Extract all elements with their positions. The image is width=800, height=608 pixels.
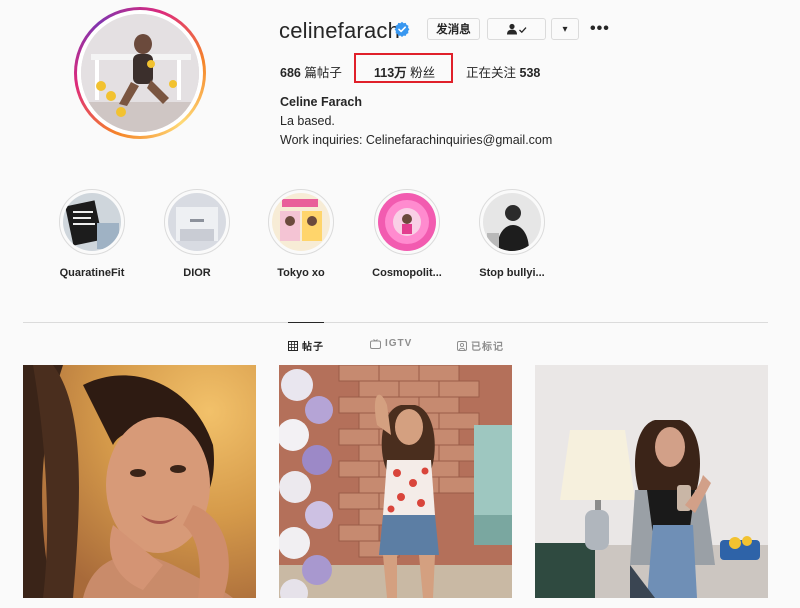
igtv-icon (370, 338, 381, 349)
profile-avatar-ring[interactable] (74, 7, 206, 139)
highlight-cover (483, 193, 541, 251)
following-label: 正在关注 (466, 66, 517, 80)
highlight-stop-bullying[interactable]: Stop bullyi... (462, 189, 562, 279)
post-image (535, 365, 768, 598)
tab-tagged[interactable]: 已标记 (457, 338, 504, 353)
highlight-ring (59, 189, 125, 255)
highlight-cover (63, 193, 121, 251)
posts-count-stat: 686 篇帖子 (280, 62, 342, 81)
active-tab-indicator (288, 322, 324, 323)
post-image (23, 365, 256, 598)
profile-username: celinefarach (279, 18, 401, 43)
tagged-icon (457, 340, 467, 351)
highlight-ring (268, 189, 334, 255)
tab-igtv[interactable]: IGTV (370, 338, 412, 349)
highlight-cover (168, 193, 226, 251)
profile-bio-line: La based. (280, 114, 335, 128)
following-count: 538 (519, 66, 541, 80)
highlight-cover (272, 193, 330, 251)
person-check-icon (506, 23, 526, 35)
section-divider (23, 322, 768, 323)
grid-icon (288, 340, 298, 351)
following-button[interactable] (487, 18, 546, 40)
avatar-border (77, 10, 203, 136)
highlight-label: QuaratineFit (59, 267, 125, 279)
tab-posts-label: 帖子 (302, 342, 324, 353)
highlight-ring (164, 189, 230, 255)
post-thumbnail[interactable] (535, 365, 768, 598)
suggested-accounts-button[interactable]: ▾ (551, 18, 579, 40)
more-options-icon[interactable]: ••• (590, 20, 610, 38)
message-button[interactable]: 发消息 (427, 18, 480, 40)
tab-posts[interactable]: 帖子 (288, 338, 324, 353)
highlight-dior[interactable]: DIOR (147, 189, 247, 279)
tab-igtv-label: IGTV (385, 338, 413, 349)
post-thumbnail[interactable] (23, 365, 256, 598)
posts-label: 篇帖子 (304, 66, 342, 80)
highlight-cosmopolitan[interactable]: Cosmopolit... (357, 189, 457, 279)
highlight-tokyo[interactable]: Tokyo xo (251, 189, 351, 279)
highlight-ring (374, 189, 440, 255)
followers-annotation-box (354, 53, 453, 83)
highlight-label: Stop bullyi... (479, 267, 545, 279)
following-count-link[interactable]: 正在关注 538 (466, 62, 540, 81)
posts-count: 686 (280, 66, 301, 80)
post-image (279, 365, 512, 598)
message-button-label: 发消息 (436, 24, 471, 36)
highlight-label: Cosmopolit... (372, 267, 442, 279)
verified-badge-icon (394, 21, 410, 37)
chevron-down-icon: ▾ (562, 23, 568, 35)
profile-full-name: Celine Farach (280, 95, 362, 109)
highlight-ring (479, 189, 545, 255)
post-thumbnail[interactable] (279, 365, 512, 598)
highlight-label: Tokyo xo (277, 267, 325, 279)
highlight-cover (378, 193, 436, 251)
avatar-photo (81, 14, 199, 132)
profile-avatar[interactable] (81, 14, 199, 132)
tab-tagged-label: 已标记 (471, 342, 504, 353)
highlight-quarantinefit[interactable]: QuaratineFit (42, 189, 142, 279)
highlight-label: DIOR (183, 267, 211, 279)
profile-bio-contact: Work inquiries: Celinefarachinquiries@gm… (280, 133, 553, 147)
